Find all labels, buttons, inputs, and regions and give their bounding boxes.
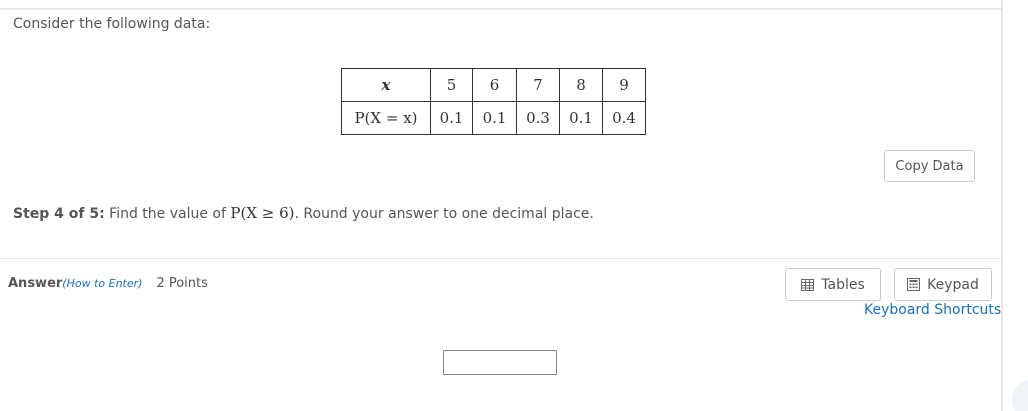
how-to-enter-link[interactable]: (How to Enter) xyxy=(62,277,142,290)
x-value-cell: 7 xyxy=(516,68,560,102)
x-value-cell: 8 xyxy=(559,68,603,102)
step-label: Step 4 of 5: xyxy=(13,206,105,222)
x-value-cell: 9 xyxy=(602,68,646,102)
x-value-cell: 5 xyxy=(430,68,473,102)
probability-cell: 0.4 xyxy=(602,101,646,135)
probability-cell: 0.1 xyxy=(472,101,517,135)
table-header-x-label: x xyxy=(381,76,391,94)
answer-input[interactable] xyxy=(443,350,557,375)
keypad-icon xyxy=(907,278,921,291)
top-bar xyxy=(0,0,1003,10)
keypad-label: Keypad xyxy=(927,276,979,293)
answer-label: Answer xyxy=(8,276,63,291)
tables-button[interactable]: Tables xyxy=(785,268,881,301)
keypad-button[interactable]: Keypad xyxy=(894,268,992,301)
data-table: x 5 6 7 8 9 P(X = x) 0.1 0.1 0.3 0.1 0.4 xyxy=(341,68,646,135)
copy-data-button[interactable]: Copy Data xyxy=(884,150,975,182)
step-math: P(X ≥ 6) xyxy=(230,204,295,222)
keyboard-shortcuts-link[interactable]: Keyboard Shortcuts xyxy=(864,302,1001,318)
step-text-before: Find the value of xyxy=(104,206,231,222)
section-divider xyxy=(0,258,1001,259)
table-row: P(X = x) 0.1 0.1 0.3 0.1 0.4 xyxy=(341,101,646,135)
table-grid-icon xyxy=(801,278,815,291)
table-header-x: x xyxy=(341,68,431,102)
probability-cell: 0.1 xyxy=(559,101,603,135)
answer-header: Answer(How to Enter) 2 Points xyxy=(8,276,208,291)
scroll-indicator xyxy=(1012,380,1028,411)
table-row: x 5 6 7 8 9 xyxy=(341,68,646,102)
table-header-probability: P(X = x) xyxy=(341,101,431,135)
step-text-after: . Round your answer to one decimal place… xyxy=(294,206,594,222)
points-value: 2 Points xyxy=(156,276,208,291)
question-intro: Consider the following data: xyxy=(13,16,211,32)
x-value-cell: 6 xyxy=(472,68,517,102)
probability-cell: 0.1 xyxy=(430,101,473,135)
step-prompt: Step 4 of 5: Find the value of P(X ≥ 6).… xyxy=(13,204,594,222)
probability-cell: 0.3 xyxy=(516,101,560,135)
tables-label: Tables xyxy=(821,276,865,293)
right-border xyxy=(1001,0,1003,411)
